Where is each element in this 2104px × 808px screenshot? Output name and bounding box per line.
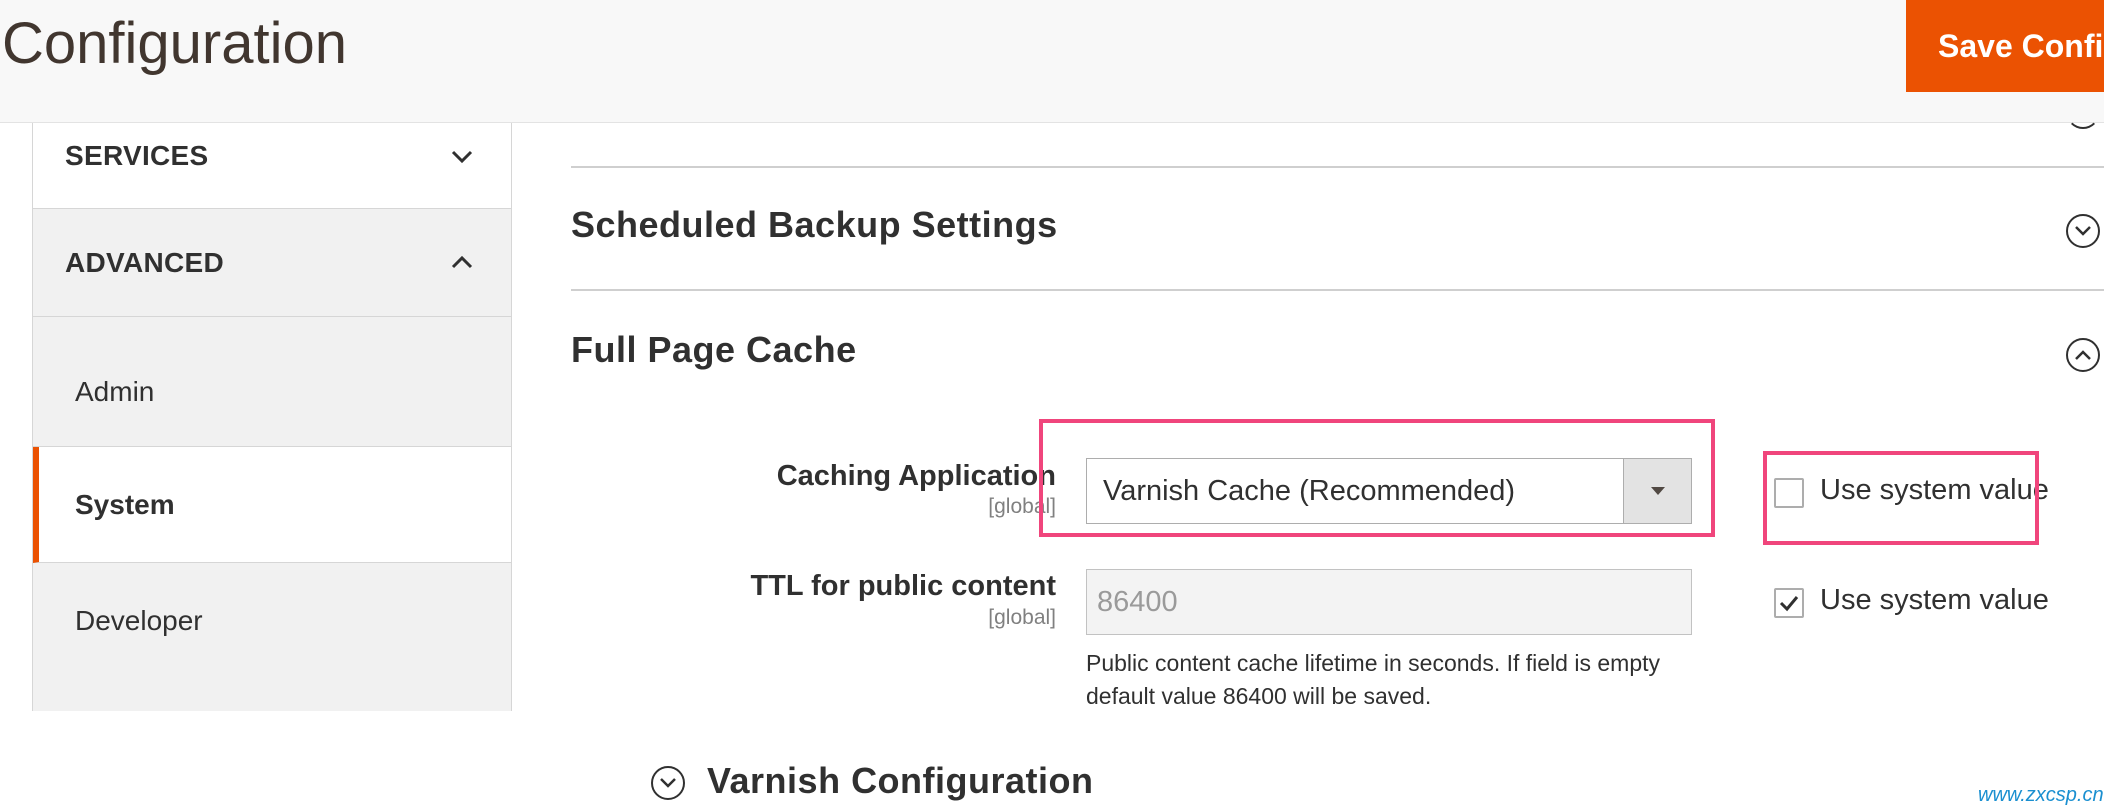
- sidebar-group-services[interactable]: SERVICES: [33, 123, 511, 209]
- checkmark-icon: [1779, 596, 1799, 612]
- select-value: Varnish Cache (Recommended): [1103, 475, 1516, 507]
- save-config-button[interactable]: Save Confi: [1906, 0, 2104, 92]
- sidebar-item-developer[interactable]: Developer: [33, 563, 511, 679]
- chevron-down-icon[interactable]: [2066, 214, 2100, 248]
- caching-application-use-system-label[interactable]: Use system value: [1820, 474, 2049, 507]
- section-varnish-configuration[interactable]: Varnish Configuration: [707, 760, 1094, 802]
- sidebar-item-admin[interactable]: Admin: [33, 317, 511, 447]
- ttl-label: TTL for public content: [750, 570, 1056, 602]
- chevron-up-icon[interactable]: [2066, 338, 2100, 372]
- ttl-input[interactable]: 86400: [1086, 569, 1692, 635]
- caching-application-select[interactable]: Varnish Cache (Recommended): [1086, 458, 1692, 524]
- sidebar-group-label: ADVANCED: [65, 247, 224, 278]
- watermark: www.zxcsp.cn: [1978, 784, 2104, 806]
- caching-application-use-system-checkbox[interactable]: [1774, 478, 1804, 508]
- caching-application-scope: [global]: [988, 495, 1056, 518]
- sidebar-item-system[interactable]: System: [33, 447, 511, 563]
- config-sidebar: SERVICES ADVANCED Admin System Developer: [32, 123, 512, 711]
- ttl-note: Public content cache lifetime in seconds…: [1086, 650, 1661, 709]
- section-scheduled-backup-settings[interactable]: Scheduled Backup Settings: [571, 204, 1058, 246]
- caret-down-icon: [1651, 487, 1665, 495]
- page-header: Configuration Save Confi: [0, 0, 2104, 123]
- ttl-use-system-label[interactable]: Use system value: [1820, 584, 2049, 617]
- section-toggle-icon[interactable]: [2066, 95, 2100, 129]
- sidebar-items: Admin System Developer: [33, 317, 511, 711]
- sidebar-group-advanced[interactable]: ADVANCED: [33, 209, 511, 317]
- dropdown-toggle[interactable]: [1623, 459, 1691, 523]
- sidebar-group-label: SERVICES: [65, 140, 209, 171]
- chevron-up-icon: [451, 255, 473, 269]
- section-divider: [571, 289, 2104, 291]
- chevron-down-icon[interactable]: [651, 766, 685, 800]
- section-full-page-cache[interactable]: Full Page Cache: [571, 329, 857, 371]
- page-title: Configuration: [2, 11, 347, 76]
- chevron-down-icon: [451, 150, 473, 164]
- ttl-use-system-checkbox[interactable]: [1774, 588, 1804, 618]
- ttl-scope: [global]: [988, 606, 1056, 629]
- section-divider: [571, 166, 2104, 168]
- caching-application-label: Caching Application: [776, 460, 1056, 492]
